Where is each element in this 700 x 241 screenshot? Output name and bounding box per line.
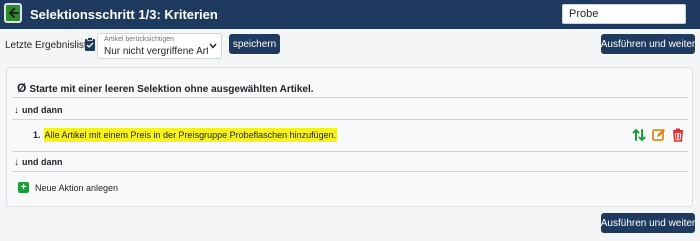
then-label: ↓ und dann — [14, 157, 63, 168]
then-label-text: und dann — [22, 105, 63, 115]
start-statement: Ø Starte mit einer leeren Selektion ohne … — [17, 81, 314, 95]
then-label-text: und dann — [22, 157, 63, 167]
clipboard-icon — [85, 37, 95, 51]
run-and-continue-button-top[interactable]: Ausführen und weiter — [601, 34, 695, 54]
last-results-label: Letzte Ergebnisliste: — [5, 40, 96, 51]
action-row[interactable]: 1. Alle Artikel mit einem Preis in der Pr… — [33, 128, 338, 142]
empty-set-icon: Ø — [17, 81, 27, 95]
start-text: Starte mit einer leeren Selektion ohne a… — [29, 84, 314, 95]
action-text: Alle Artikel mit einem Preis in der Prei… — [43, 128, 338, 142]
new-action-link[interactable]: Neue Aktion anlegen — [35, 183, 118, 193]
then-label: ↓ und dann — [14, 105, 63, 116]
article-select[interactable]: Artikel berücksichtigen Nur nicht vergri… — [97, 33, 222, 59]
arrow-down-icon: ↓ — [14, 157, 19, 168]
divider — [12, 151, 688, 152]
action-number: 1. — [33, 130, 41, 140]
top-bar: Selektionsschritt 1/3: Kriterien — [0, 0, 700, 29]
run-and-continue-button-bottom[interactable]: Ausführen und weiter — [601, 213, 695, 233]
arrow-down-icon: ↓ — [14, 105, 19, 116]
sort-arrows-icon[interactable] — [632, 128, 646, 142]
chevron-down-icon — [209, 43, 217, 49]
plus-icon[interactable]: + — [18, 182, 29, 193]
edit-icon[interactable] — [652, 128, 666, 142]
divider — [12, 119, 688, 120]
divider — [12, 97, 688, 98]
page-title: Selektionsschritt 1/3: Kriterien — [30, 7, 218, 22]
save-button[interactable]: speichern — [229, 34, 280, 54]
trash-icon[interactable] — [671, 128, 685, 142]
back-button[interactable] — [4, 3, 22, 23]
article-select-caption: Artikel berücksichtigen — [104, 36, 175, 43]
search-input[interactable] — [562, 4, 686, 24]
arrow-left-icon — [9, 8, 19, 18]
article-select-value: Nur nicht vergriffene Artike — [104, 46, 208, 57]
divider — [12, 171, 688, 172]
